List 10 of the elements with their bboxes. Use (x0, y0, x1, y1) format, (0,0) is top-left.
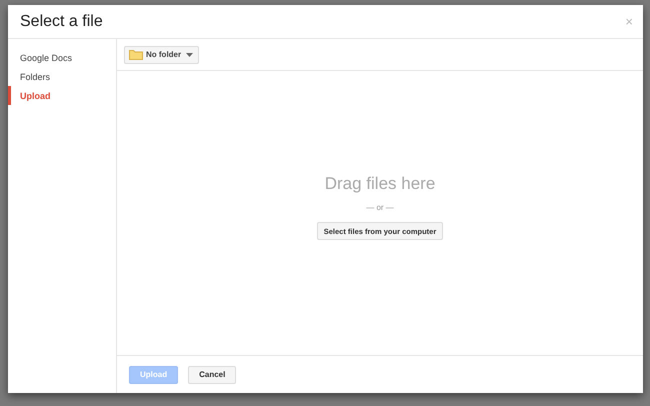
sidebar-item[interactable]: Folders (8, 67, 116, 86)
or-separator: — or — (366, 203, 394, 212)
sidebar-item[interactable]: Google Docs (8, 48, 116, 67)
caret-icon (186, 52, 194, 56)
folder-dropdown[interactable]: No folder (124, 46, 200, 64)
folder-icon (129, 49, 143, 60)
drop-heading: Drag files here (324, 174, 436, 194)
dialog-title: Select a file (20, 12, 103, 30)
cancel-button[interactable]: Cancel (188, 366, 236, 384)
sidebar-item[interactable]: Upload (8, 86, 116, 105)
